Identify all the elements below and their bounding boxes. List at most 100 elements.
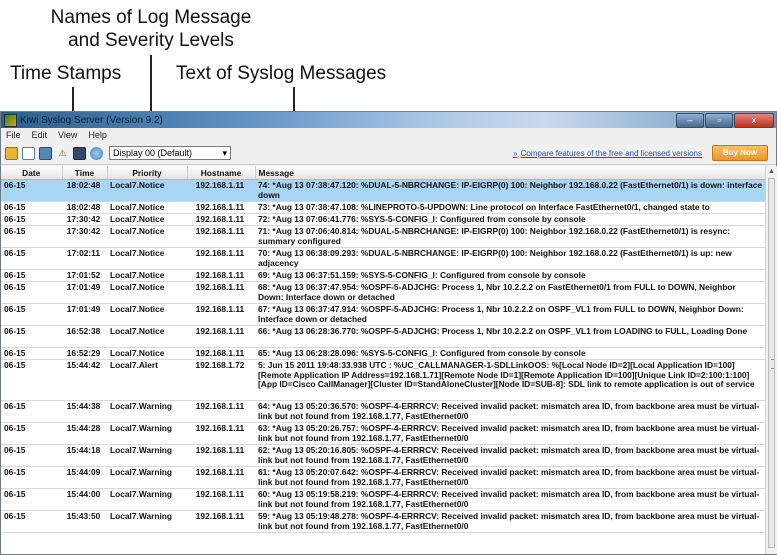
cell-hostname: 192.168.1.11 (187, 400, 255, 423)
cell-hostname: 192.168.1.11 (187, 281, 255, 304)
cell-date: 06-15 (1, 281, 62, 304)
cell-hostname: 192.168.1.11 (187, 347, 255, 360)
cell-priority: Local7.Warning (107, 510, 187, 533)
cell-time: 16:52:38 (62, 325, 107, 348)
vertical-scrollbar[interactable]: ▲ (765, 166, 777, 554)
screen-icon[interactable] (73, 146, 86, 160)
title-bar[interactable]: Kiwi Syslog Server (Version 9.2) – ▫ x (1, 112, 776, 128)
column-header-message[interactable]: Message (255, 166, 765, 180)
buy-now-button[interactable]: Buy Now (712, 145, 768, 161)
menu-view[interactable]: View (58, 130, 77, 140)
cell-time: 15:43:50 (62, 510, 107, 533)
annotation-names-line2: and Severity Levels (68, 30, 234, 51)
cell-time: 17:02:11 (62, 247, 107, 270)
table-row[interactable]: 06-15 16:52:29 Local7.Notice 192.168.1.1… (1, 347, 765, 360)
cell-priority: Local7.Notice (107, 325, 187, 348)
display-select[interactable]: Display 00 (Default) ▾ (109, 146, 231, 160)
cell-hostname: 192.168.1.11 (187, 201, 255, 214)
cell-message: 73: *Aug 13 07:38:47.108: %LINEPROTO-5-U… (255, 201, 765, 214)
compare-features-link[interactable]: » Compare features of the free and licens… (513, 149, 702, 158)
table-row[interactable]: 06-15 18:02:48 Local7.Notice 192.168.1.1… (1, 201, 765, 214)
cell-date: 06-15 (1, 347, 62, 360)
table-row[interactable]: 06-15 15:43:50 Local7.Warning 192.168.1.… (1, 510, 765, 533)
table-row[interactable]: 06-15 15:44:38 Local7.Warning 192.168.1.… (1, 400, 765, 423)
cell-message: 68: *Aug 13 06:37:47.954: %OSPF-5-ADJCHG… (255, 281, 765, 304)
scrollbar-thumb[interactable] (768, 178, 775, 548)
cell-priority: Local7.Warning (107, 466, 187, 489)
minimize-button[interactable]: – (676, 113, 704, 128)
column-header-date[interactable]: Date (1, 166, 63, 180)
column-header-time[interactable]: Time (62, 166, 108, 180)
monitor-icon[interactable] (39, 146, 52, 160)
cell-date: 06-15 (1, 359, 62, 401)
warning-icon[interactable]: ⚠ (56, 147, 69, 160)
cell-date: 06-15 (1, 269, 62, 282)
chevron-down-icon: ▾ (222, 147, 227, 158)
scroll-up-arrow-icon[interactable]: ▲ (766, 166, 777, 177)
cell-date: 06-15 (1, 225, 62, 248)
column-header-hostname[interactable]: Hostname (187, 166, 256, 180)
cell-priority: Local7.Notice (107, 269, 187, 282)
cell-priority: Local7.Warning (107, 400, 187, 423)
close-button[interactable]: x (734, 113, 774, 128)
cell-message: 61: *Aug 13 05:20:07.642: %OSPF-4-ERRRCV… (255, 466, 765, 489)
message-table: Date Time Priority Hostname Message 06-1… (1, 166, 765, 554)
table-row[interactable]: 06-15 17:01:52 Local7.Notice 192.168.1.1… (1, 269, 765, 282)
cell-date: 06-15 (1, 179, 62, 202)
maximize-button[interactable]: ▫ (705, 113, 733, 128)
table-row[interactable]: 06-15 15:44:28 Local7.Warning 192.168.1.… (1, 422, 765, 445)
table-row[interactable]: 06-15 18:02:48 Local7.Notice 192.168.1.1… (1, 179, 765, 202)
table-row[interactable]: 06-15 15:44:18 Local7.Warning 192.168.1.… (1, 444, 765, 467)
app-icon (4, 113, 17, 127)
table-row[interactable]: 06-15 15:44:42 Local7.Alert 192.168.1.72… (1, 359, 765, 401)
cell-time: 16:52:29 (62, 347, 107, 360)
globe-icon[interactable] (90, 146, 103, 160)
cell-priority: Local7.Alert (107, 359, 187, 401)
cell-date: 06-15 (1, 213, 62, 226)
cell-message: 60: *Aug 13 05:19:58.219: %OSPF-4-ERRRCV… (255, 488, 765, 511)
cell-time: 17:01:52 (62, 269, 107, 282)
menu-help[interactable]: Help (88, 130, 107, 140)
cell-message: 64: *Aug 13 05:20:36.570: %OSPF-4-ERRRCV… (255, 400, 765, 423)
cell-message: 67: *Aug 13 06:37:47.914: %OSPF-5-ADJCHG… (255, 303, 765, 326)
cell-hostname: 192.168.1.11 (187, 422, 255, 445)
cell-date: 06-15 (1, 488, 62, 511)
table-row[interactable]: 06-15 17:01:49 Local7.Notice 192.168.1.1… (1, 303, 765, 326)
menu-edit[interactable]: Edit (32, 130, 48, 140)
cell-time: 17:30:42 (62, 225, 107, 248)
cell-hostname: 192.168.1.11 (187, 510, 255, 533)
menu-bar: File Edit View Help (1, 128, 776, 142)
table-row[interactable]: 06-15 16:52:38 Local7.Notice 192.168.1.1… (1, 325, 765, 348)
cell-message: 72: *Aug 13 07:06:41.776: %SYS-5-CONFIG_… (255, 213, 765, 226)
cell-priority: Local7.Warning (107, 422, 187, 445)
cell-hostname: 192.168.1.11 (187, 247, 255, 270)
cell-priority: Local7.Notice (107, 213, 187, 226)
document-icon[interactable] (22, 146, 35, 160)
cell-hostname: 192.168.1.11 (187, 325, 255, 348)
cell-time: 15:44:18 (62, 444, 107, 467)
table-row[interactable]: 06-15 15:44:09 Local7.Warning 192.168.1.… (1, 466, 765, 489)
cell-date: 06-15 (1, 400, 62, 423)
cell-time: 18:02:48 (62, 201, 107, 214)
annotation-names-line1: Names of Log Message (50, 7, 252, 28)
compare-link-text: Compare features of the free and license… (520, 148, 702, 158)
column-header-priority[interactable]: Priority (107, 166, 188, 180)
cell-message: 69: *Aug 13 06:37:51.159: %SYS-5-CONFIG_… (255, 269, 765, 282)
table-row[interactable]: 06-15 17:01:49 Local7.Notice 192.168.1.1… (1, 281, 765, 304)
cell-time: 17:30:42 (62, 213, 107, 226)
table-row[interactable]: 06-15 15:44:00 Local7.Warning 192.168.1.… (1, 488, 765, 511)
scrollbar-grip-icon (771, 359, 774, 369)
arrow-right-icon: » (513, 148, 518, 158)
menu-file[interactable]: File (6, 130, 21, 140)
table-row[interactable]: 06-15 17:30:42 Local7.Notice 192.168.1.1… (1, 213, 765, 226)
cell-message: 70: *Aug 13 06:38:09.293: %DUAL-5-NBRCHA… (255, 247, 765, 270)
lock-icon[interactable] (5, 146, 18, 160)
table-row[interactable]: 06-15 17:02:11 Local7.Notice 192.168.1.1… (1, 247, 765, 270)
display-select-value: Display 00 (Default) (113, 148, 193, 158)
cell-message: 63: *Aug 13 05:20:26.757: %OSPF-4-ERRRCV… (255, 422, 765, 445)
annotation-syslog-text: Text of Syslog Messages (176, 63, 387, 84)
table-row[interactable]: 06-15 17:30:42 Local7.Notice 192.168.1.1… (1, 225, 765, 248)
cell-hostname: 192.168.1.11 (187, 213, 255, 226)
cell-time: 15:44:38 (62, 400, 107, 423)
kiwi-syslog-window: Kiwi Syslog Server (Version 9.2) – ▫ x F… (0, 111, 777, 555)
